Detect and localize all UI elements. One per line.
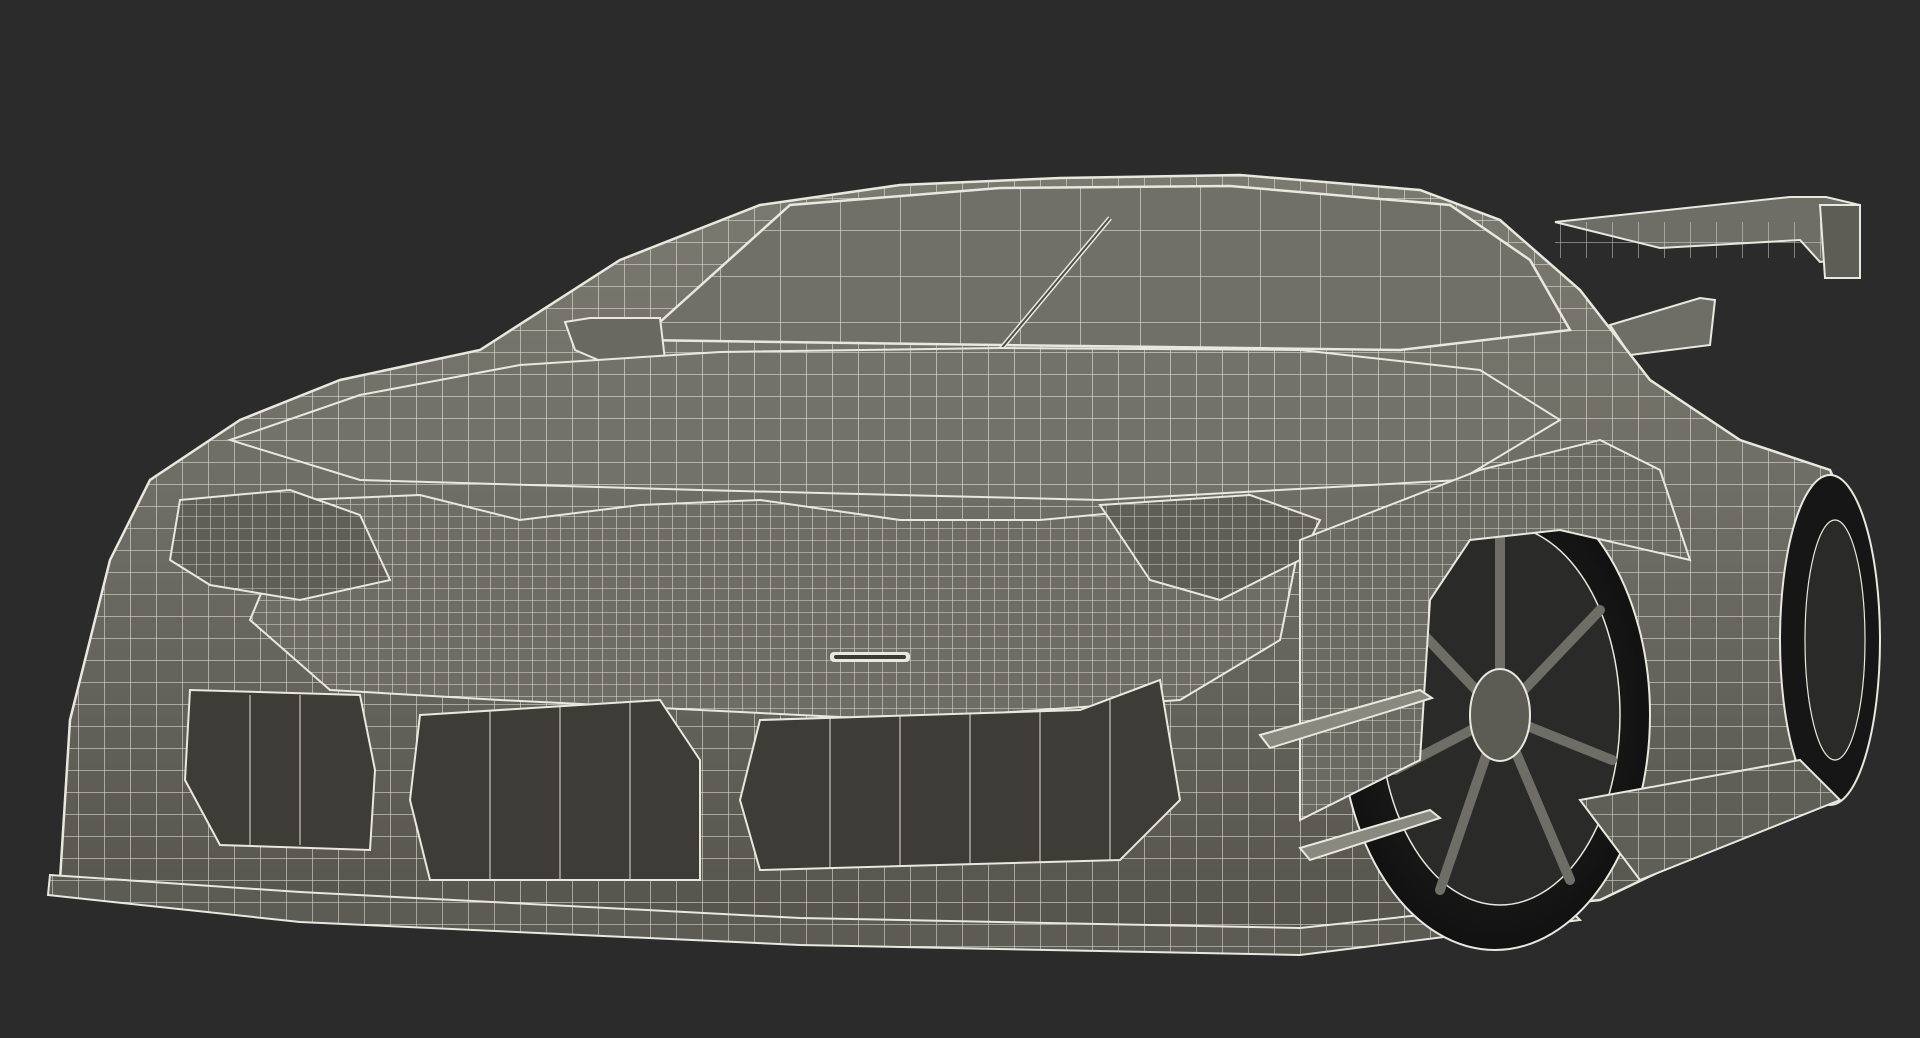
render-viewport <box>0 0 1920 1038</box>
rear-side-fin <box>1608 296 1717 357</box>
rear-right-wheel <box>1779 474 1881 806</box>
rear-wing <box>1554 196 1861 279</box>
car-wireframe-render <box>46 173 1881 957</box>
